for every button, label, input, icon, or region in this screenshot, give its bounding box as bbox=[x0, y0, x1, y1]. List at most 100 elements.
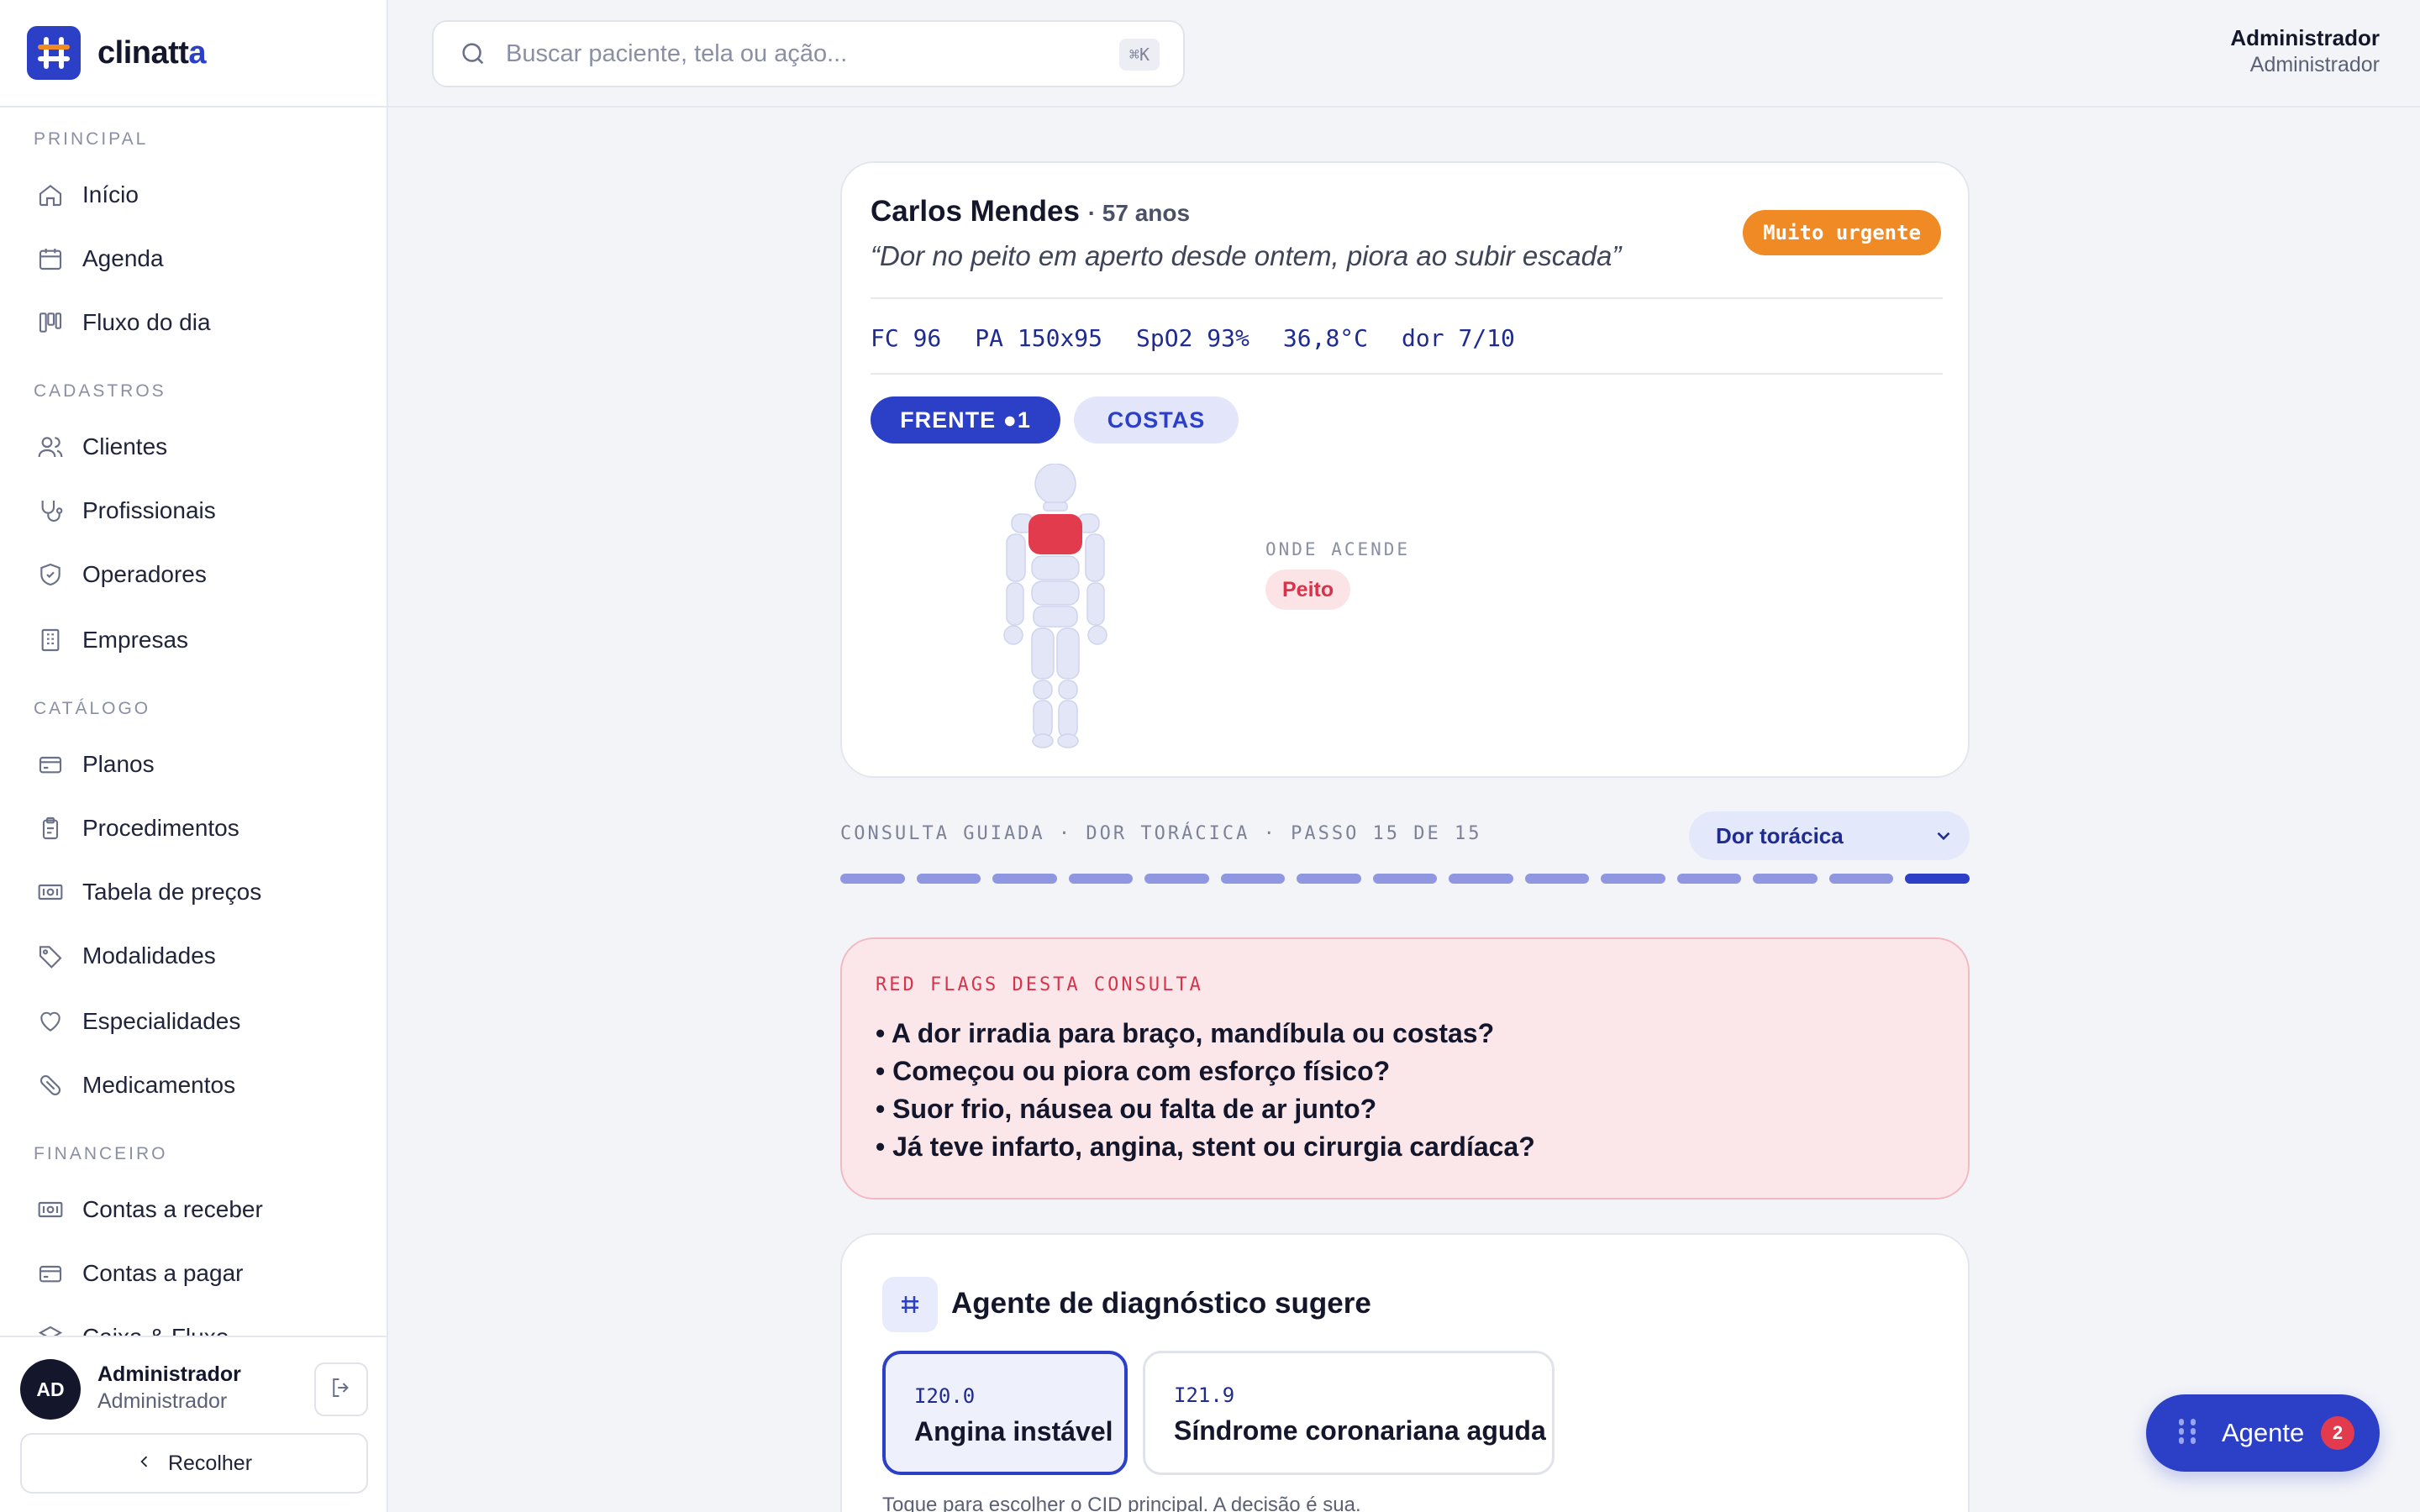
section-cadastros: CADASTROS bbox=[34, 381, 166, 401]
sidebar-item-medicamentos[interactable]: Medicamentos bbox=[17, 1059, 370, 1111]
progress-step bbox=[1068, 874, 1134, 884]
sidebar-item-operadores[interactable]: Operadores bbox=[17, 549, 370, 601]
sidebar-user-role: Administrador bbox=[97, 1389, 228, 1413]
sidebar-item-clientes[interactable]: Clientes bbox=[17, 421, 370, 473]
consult-step-label: CONSULTA GUIADA · DOR TORÁCICA · PASSO 1… bbox=[840, 823, 1482, 844]
red-flag-item: • Suor frio, náusea ou falta de ar junto… bbox=[876, 1094, 1377, 1124]
logout-icon bbox=[329, 1375, 354, 1404]
cid-name: Angina instável bbox=[914, 1416, 1113, 1446]
banknote-icon bbox=[35, 877, 66, 907]
red-flags-panel: RED FLAGS DESTA CONSULTA • A dor irradia… bbox=[840, 937, 1970, 1200]
layers-icon bbox=[35, 1322, 66, 1336]
tag-icon bbox=[35, 941, 66, 971]
cid-code: I20.0 bbox=[914, 1384, 976, 1408]
progress-step bbox=[1524, 874, 1590, 884]
chevron-down-icon bbox=[1933, 825, 1954, 853]
cid-name: Síndrome coronariana aguda bbox=[1174, 1415, 1546, 1446]
users-icon bbox=[35, 432, 66, 462]
brand-name: clinatta bbox=[97, 34, 207, 71]
red-flags-title: RED FLAGS DESTA CONSULTA bbox=[876, 974, 1203, 995]
progress-step bbox=[1220, 874, 1286, 884]
body-map[interactable] bbox=[997, 463, 1114, 749]
grip-icon bbox=[2176, 1417, 2198, 1450]
sidebar-nav: PRINCIPAL Início Agenda Fluxo do dia CAD… bbox=[0, 108, 387, 1336]
progress-step bbox=[1905, 874, 1970, 884]
sidebar-item-especialidades[interactable]: Especialidades bbox=[17, 995, 370, 1047]
cid-code: I21.9 bbox=[1174, 1383, 1235, 1407]
sidebar-item-contas-a-pagar[interactable]: Contas a pagar bbox=[17, 1247, 370, 1299]
vital-bp: PA 150x95 bbox=[975, 324, 1103, 352]
sidebar-user: AD Administrador Administrador Recolher bbox=[0, 1336, 387, 1512]
agent-fab-button[interactable]: Agente 2 bbox=[2146, 1394, 2380, 1472]
kanban-icon bbox=[35, 307, 66, 338]
progress-step bbox=[916, 874, 981, 884]
section-catalogo: CATÁLOGO bbox=[34, 699, 151, 718]
header-user[interactable]: Administrador Administrador bbox=[2230, 25, 2380, 77]
diagnosis-agent-card: Agente de diagnóstico sugere I20.0 Angin… bbox=[840, 1233, 1970, 1512]
clipboard-icon bbox=[35, 813, 66, 843]
agent-hint: Toque para escolher o CID principal. A d… bbox=[882, 1494, 1361, 1512]
brand[interactable]: clinatta bbox=[0, 0, 387, 108]
card-icon bbox=[35, 1258, 66, 1289]
tab-front[interactable]: FRENTE ●1 bbox=[871, 396, 1060, 444]
chevron-left-icon bbox=[136, 1452, 153, 1476]
location-tag[interactable]: Peito bbox=[1265, 570, 1351, 610]
sidebar-item-empresas[interactable]: Empresas bbox=[17, 614, 370, 666]
sidebar-item-inicio[interactable]: Início bbox=[17, 169, 370, 221]
progress-step bbox=[1372, 874, 1438, 884]
vital-spo2: SpO2 93% bbox=[1136, 324, 1249, 352]
search-icon bbox=[459, 39, 487, 68]
sidebar-item-contas-a-receber[interactable]: Contas a receber bbox=[17, 1184, 370, 1236]
patient-age: · 57 anos bbox=[1087, 200, 1191, 226]
sidebar-item-profissionais[interactable]: Profissionais bbox=[17, 485, 370, 537]
search-bar[interactable]: Buscar paciente, tela ou ação... ⌘K bbox=[432, 20, 1185, 87]
top-header: Buscar paciente, tela ou ação... ⌘K Admi… bbox=[388, 0, 2420, 108]
progress-step bbox=[992, 874, 1057, 884]
sidebar-item-planos[interactable]: Planos bbox=[17, 738, 370, 790]
search-shortcut-badge: ⌘K bbox=[1118, 39, 1160, 71]
divider bbox=[871, 373, 1943, 375]
divider bbox=[871, 297, 1943, 299]
card-icon bbox=[35, 749, 66, 780]
sidebar-item-tabela-de-precos[interactable]: Tabela de preços bbox=[17, 866, 370, 918]
search-input[interactable]: Buscar paciente, tela ou ação... bbox=[506, 40, 1183, 68]
banknote-icon bbox=[35, 1194, 66, 1225]
section-financeiro: FINANCEIRO bbox=[34, 1144, 168, 1163]
header-user-name: Administrador bbox=[2230, 25, 2380, 50]
section-principal: PRINCIPAL bbox=[34, 129, 149, 149]
sidebar-item-fluxo-do-dia[interactable]: Fluxo do dia bbox=[17, 297, 370, 349]
progress-step bbox=[1297, 874, 1361, 884]
sidebar-item-caixa-fluxo[interactable]: Caixa & Fluxo bbox=[17, 1311, 370, 1336]
chief-complaint: “Dor no peito em aperto desde ontem, pio… bbox=[871, 240, 1622, 271]
vital-temp: 36,8°C bbox=[1282, 324, 1369, 352]
patient-card: Carlos Mendes · 57 anos “Dor no peito em… bbox=[840, 161, 1970, 778]
shield-icon bbox=[35, 559, 66, 590]
sidebar-item-procedimentos[interactable]: Procedimentos bbox=[17, 802, 370, 854]
red-flag-item: • Começou ou piora com esforço físico? bbox=[876, 1056, 1391, 1086]
clinatta-logo-icon bbox=[27, 26, 81, 80]
tab-back[interactable]: COSTAS bbox=[1074, 396, 1239, 444]
progress-step bbox=[1144, 874, 1209, 884]
protocol-select[interactable]: Dor torácica bbox=[1689, 811, 1970, 860]
cid-suggestion[interactable]: I21.9 Síndrome coronariana aguda bbox=[1143, 1351, 1555, 1475]
step-progress bbox=[840, 874, 1970, 884]
red-flags-list: • A dor irradia para braço, mandíbula ou… bbox=[876, 1015, 1535, 1166]
agent-title: Agente de diagnóstico sugere bbox=[951, 1287, 1371, 1320]
progress-step bbox=[840, 874, 905, 884]
logout-button[interactable] bbox=[314, 1362, 368, 1416]
calendar-icon bbox=[35, 244, 66, 274]
agent-fab-label: Agente bbox=[2222, 1418, 2305, 1447]
sidebar-user-name: Administrador bbox=[97, 1362, 241, 1386]
collapse-sidebar-button[interactable]: Recolher bbox=[20, 1433, 368, 1494]
red-flag-item: • Já teve infarto, angina, stent ou ciru… bbox=[876, 1131, 1535, 1162]
cid-suggestion-selected[interactable]: I20.0 Angina instável bbox=[882, 1351, 1128, 1475]
agent-icon bbox=[882, 1277, 938, 1332]
home-icon bbox=[35, 180, 66, 210]
progress-step bbox=[1828, 874, 1894, 884]
patient-name: Carlos Mendes · 57 anos bbox=[871, 195, 1191, 228]
sidebar-item-modalidades[interactable]: Modalidades bbox=[17, 930, 370, 982]
sidebar-item-agenda[interactable]: Agenda bbox=[17, 233, 370, 285]
red-flag-item: • A dor irradia para braço, mandíbula ou… bbox=[876, 1018, 1495, 1048]
pill-icon bbox=[35, 1070, 66, 1100]
avatar[interactable]: AD bbox=[20, 1359, 81, 1420]
